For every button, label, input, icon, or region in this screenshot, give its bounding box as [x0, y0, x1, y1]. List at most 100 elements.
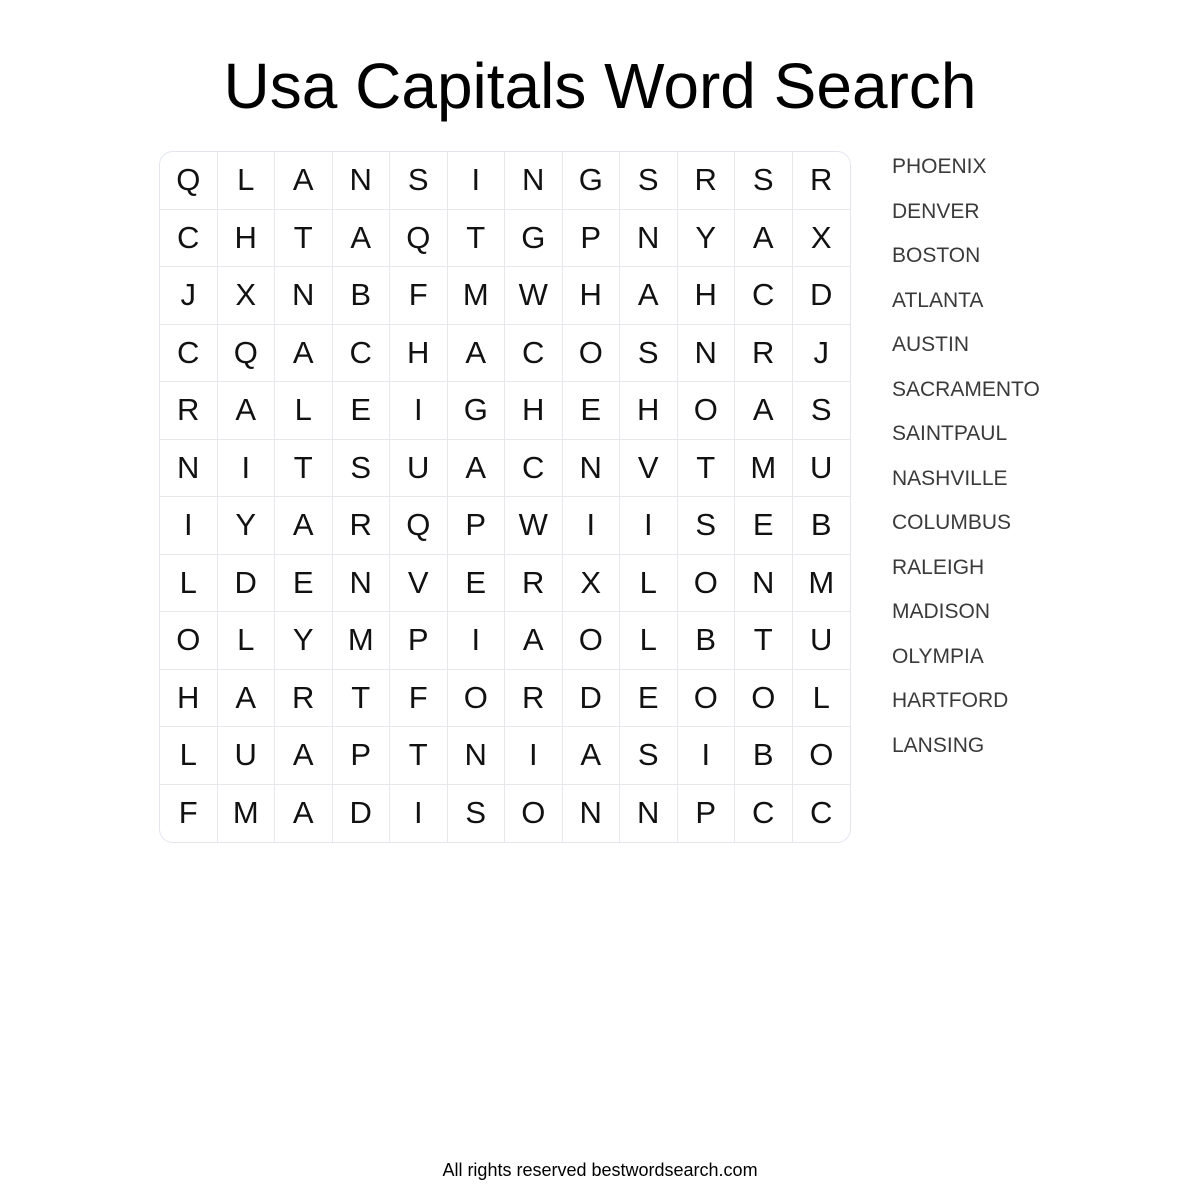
- grid-cell[interactable]: H: [620, 382, 678, 440]
- grid-cell[interactable]: O: [447, 669, 505, 727]
- grid-cell[interactable]: T: [332, 669, 390, 727]
- grid-cell[interactable]: M: [735, 439, 793, 497]
- grid-cell[interactable]: T: [447, 209, 505, 267]
- grid-cell[interactable]: I: [160, 497, 218, 555]
- grid-cell[interactable]: T: [275, 439, 333, 497]
- grid-cell[interactable]: J: [160, 267, 218, 325]
- grid-cell[interactable]: M: [447, 267, 505, 325]
- grid-cell[interactable]: L: [275, 382, 333, 440]
- grid-cell[interactable]: W: [505, 497, 563, 555]
- grid-cell[interactable]: O: [160, 612, 218, 670]
- grid-cell[interactable]: O: [505, 784, 563, 842]
- grid-cell[interactable]: H: [217, 209, 275, 267]
- grid-cell[interactable]: B: [677, 612, 735, 670]
- grid-cell[interactable]: C: [505, 324, 563, 382]
- grid-cell[interactable]: I: [217, 439, 275, 497]
- grid-cell[interactable]: O: [677, 554, 735, 612]
- grid-cell[interactable]: C: [160, 324, 218, 382]
- grid-cell[interactable]: H: [677, 267, 735, 325]
- grid-cell[interactable]: L: [620, 612, 678, 670]
- grid-cell[interactable]: F: [390, 669, 448, 727]
- grid-cell[interactable]: C: [505, 439, 563, 497]
- grid-cell[interactable]: I: [447, 612, 505, 670]
- grid-cell[interactable]: B: [332, 267, 390, 325]
- grid-cell[interactable]: C: [793, 785, 851, 843]
- grid-cell[interactable]: E: [735, 497, 793, 555]
- grid-cell[interactable]: Y: [677, 209, 735, 267]
- grid-cell[interactable]: A: [562, 727, 620, 785]
- grid-cell[interactable]: V: [620, 439, 678, 497]
- grid-cell[interactable]: L: [160, 554, 218, 612]
- grid-cell[interactable]: Q: [390, 497, 448, 555]
- grid-cell[interactable]: L: [217, 612, 275, 670]
- grid-cell[interactable]: L: [160, 727, 218, 785]
- grid-cell[interactable]: Q: [390, 209, 448, 267]
- grid-cell[interactable]: I: [562, 497, 620, 555]
- grid-cell[interactable]: F: [390, 267, 448, 325]
- grid-cell[interactable]: G: [447, 382, 505, 440]
- grid-cell[interactable]: O: [677, 669, 735, 727]
- grid-cell[interactable]: M: [792, 555, 850, 612]
- grid-cell[interactable]: R: [677, 152, 735, 210]
- grid-cell[interactable]: H: [505, 382, 563, 440]
- grid-cell[interactable]: H: [562, 267, 620, 325]
- grid-cell[interactable]: I: [505, 727, 563, 785]
- grid-cell[interactable]: O: [562, 612, 620, 670]
- grid-cell[interactable]: X: [217, 267, 275, 325]
- grid-cell[interactable]: A: [735, 382, 793, 440]
- grid-cell[interactable]: X: [792, 210, 850, 267]
- grid-cell[interactable]: U: [792, 612, 850, 670]
- grid-cell[interactable]: T: [735, 612, 793, 670]
- grid-cell[interactable]: T: [677, 439, 735, 497]
- grid-cell[interactable]: N: [735, 554, 793, 612]
- grid-cell[interactable]: J: [792, 325, 850, 382]
- grid-cell[interactable]: C: [735, 784, 793, 842]
- grid-cell[interactable]: T: [390, 727, 448, 785]
- grid-cell[interactable]: L: [620, 554, 678, 612]
- grid-cell[interactable]: H: [390, 324, 448, 382]
- grid-cell[interactable]: Q: [217, 324, 275, 382]
- grid-cell[interactable]: P: [678, 784, 735, 842]
- grid-cell[interactable]: O: [735, 669, 793, 727]
- grid-cell[interactable]: A: [735, 209, 793, 267]
- grid-cell[interactable]: S: [620, 727, 678, 785]
- grid-cell[interactable]: C: [160, 209, 218, 267]
- grid-cell[interactable]: Y: [275, 612, 333, 670]
- grid-cell[interactable]: P: [332, 727, 390, 785]
- grid-cell[interactable]: D: [562, 669, 620, 727]
- grid-cell[interactable]: I: [447, 152, 505, 210]
- grid-cell[interactable]: N: [563, 784, 620, 842]
- grid-cell[interactable]: N: [332, 554, 390, 612]
- grid-cell[interactable]: P: [447, 497, 505, 555]
- grid-cell[interactable]: E: [562, 382, 620, 440]
- letter-grid[interactable]: QLANSINGSRSRCHTAQTGPNYAXJXNBFMWHAHCDCQAC…: [159, 151, 851, 843]
- grid-cell[interactable]: R: [792, 152, 850, 210]
- grid-cell[interactable]: A: [275, 784, 333, 842]
- grid-cell[interactable]: A: [620, 267, 678, 325]
- grid-cell[interactable]: S: [620, 324, 678, 382]
- grid-cell[interactable]: S: [792, 382, 850, 440]
- grid-cell[interactable]: R: [275, 669, 333, 727]
- grid-cell[interactable]: I: [620, 497, 678, 555]
- grid-cell[interactable]: V: [390, 554, 448, 612]
- grid-cell[interactable]: A: [505, 612, 563, 670]
- grid-cell[interactable]: Y: [217, 497, 275, 555]
- grid-cell[interactable]: S: [735, 152, 793, 210]
- grid-cell[interactable]: N: [332, 152, 390, 210]
- grid-cell[interactable]: A: [275, 324, 333, 382]
- grid-cell[interactable]: C: [735, 267, 793, 325]
- grid-cell[interactable]: G: [562, 152, 620, 210]
- grid-cell[interactable]: N: [620, 209, 678, 267]
- grid-cell[interactable]: H: [160, 669, 218, 727]
- grid-cell[interactable]: N: [160, 439, 218, 497]
- grid-cell[interactable]: T: [275, 209, 333, 267]
- grid-cell[interactable]: S: [332, 439, 390, 497]
- grid-cell[interactable]: O: [562, 324, 620, 382]
- grid-cell[interactable]: Q: [160, 152, 218, 210]
- grid-cell[interactable]: A: [275, 727, 333, 785]
- grid-cell[interactable]: N: [275, 267, 333, 325]
- grid-cell[interactable]: E: [332, 382, 390, 440]
- grid-cell[interactable]: N: [620, 784, 678, 842]
- grid-cell[interactable]: L: [217, 152, 275, 210]
- grid-cell[interactable]: P: [390, 612, 448, 670]
